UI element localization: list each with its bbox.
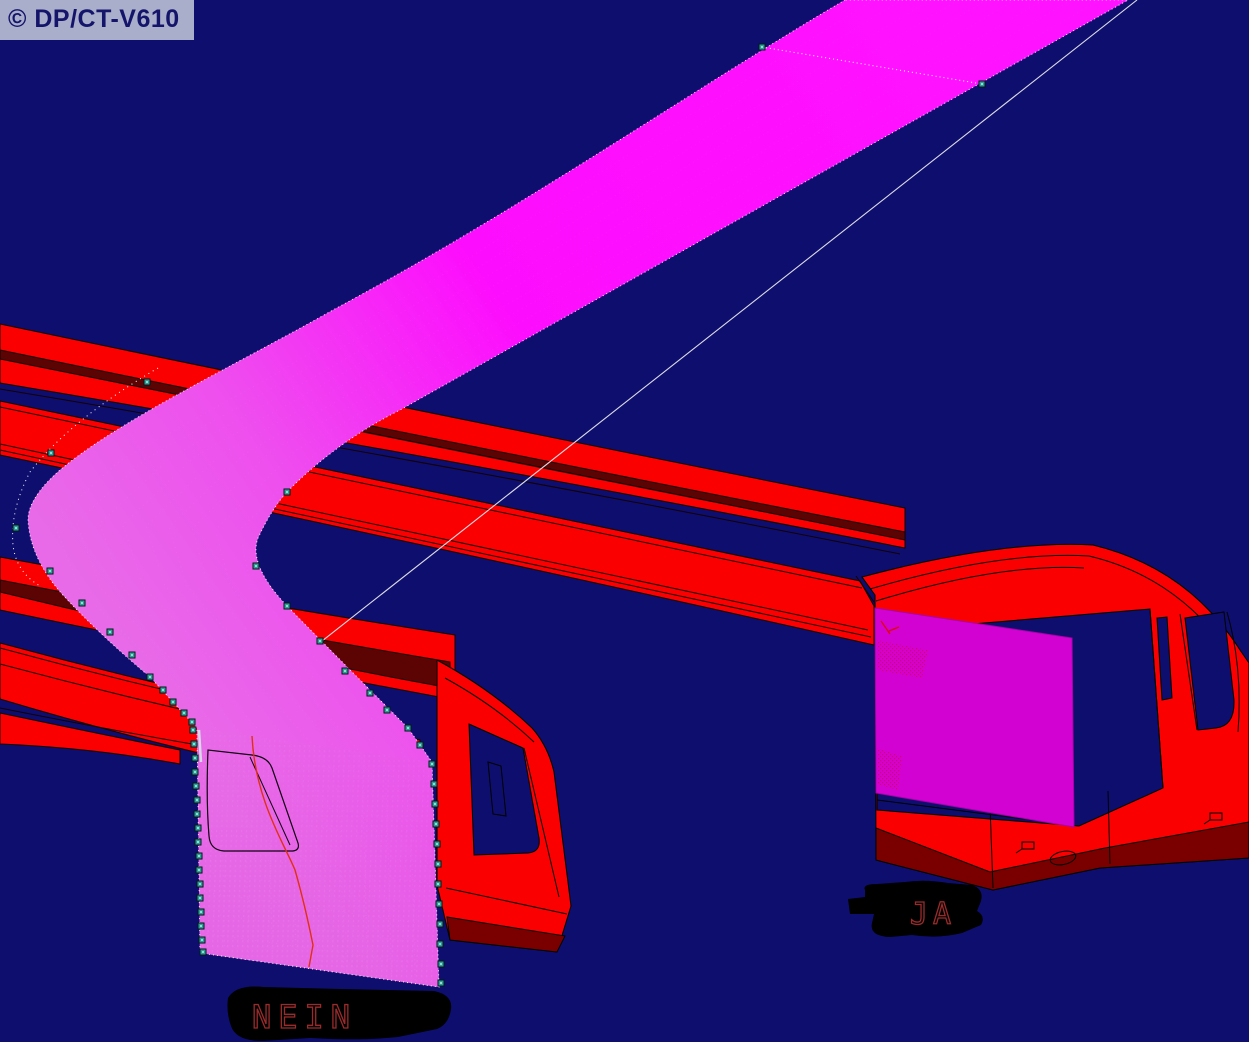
- control-point-core: [439, 943, 441, 945]
- control-point-core: [198, 855, 200, 857]
- control-point-core: [50, 452, 52, 454]
- control-point-core: [192, 729, 194, 731]
- annotation-nein-label: NEIN: [252, 998, 357, 1036]
- control-point-core: [149, 676, 151, 678]
- control-point-core: [198, 869, 200, 871]
- control-point-core: [344, 670, 346, 672]
- control-point-core: [440, 963, 442, 965]
- control-point-core: [369, 692, 371, 694]
- control-point-core: [386, 709, 388, 711]
- control-point-core: [437, 863, 439, 865]
- control-point-core: [194, 771, 196, 773]
- model-canvas[interactable]: NEIN JA: [0, 0, 1249, 1042]
- control-point-core: [197, 827, 199, 829]
- control-point-core: [183, 712, 185, 714]
- control-point-core: [194, 757, 196, 759]
- control-point-core: [439, 923, 441, 925]
- control-point-core: [437, 883, 439, 885]
- control-point-core: [146, 381, 148, 383]
- control-point-core: [15, 527, 17, 529]
- control-point-core: [193, 743, 195, 745]
- control-point-core: [172, 701, 174, 703]
- ja-panel-surface[interactable]: [874, 607, 1075, 828]
- cad-viewport[interactable]: NEIN JA © DP/CT-V610: [0, 0, 1249, 1042]
- copyright-badge: © DP/CT-V610: [0, 0, 194, 40]
- control-point-core: [319, 640, 321, 642]
- control-point-core: [200, 911, 202, 913]
- flange-panel-ja[interactable]: [874, 607, 1075, 828]
- control-point-core: [201, 939, 203, 941]
- control-point-core: [49, 570, 51, 572]
- control-point-core: [438, 903, 440, 905]
- control-point-core: [131, 654, 133, 656]
- annotation-nein[interactable]: NEIN: [227, 986, 452, 1041]
- control-point-core: [431, 763, 433, 765]
- control-point-core: [436, 843, 438, 845]
- annotation-ja-label: JA: [910, 897, 956, 932]
- control-point-core: [81, 602, 83, 604]
- control-point-core: [196, 813, 198, 815]
- control-point-core: [434, 803, 436, 805]
- control-point-core: [199, 883, 201, 885]
- control-point-core: [197, 841, 199, 843]
- control-point-core: [199, 897, 201, 899]
- control-point-core: [200, 925, 202, 927]
- control-point-core: [761, 46, 763, 48]
- control-point-core: [433, 783, 435, 785]
- control-point-core: [195, 785, 197, 787]
- control-point-core: [109, 631, 111, 633]
- copyright-text: © DP/CT-V610: [8, 5, 180, 33]
- control-point-core: [202, 951, 204, 953]
- control-point-core: [286, 605, 288, 607]
- control-point-core: [196, 799, 198, 801]
- control-point-core: [162, 689, 164, 691]
- control-point-core: [191, 721, 193, 723]
- control-point-core: [440, 982, 442, 984]
- control-point-core: [286, 491, 288, 493]
- control-point-core: [981, 83, 983, 85]
- control-point-core: [255, 565, 257, 567]
- control-point-core: [407, 727, 409, 729]
- control-point-core: [419, 744, 421, 746]
- control-point-core: [435, 823, 437, 825]
